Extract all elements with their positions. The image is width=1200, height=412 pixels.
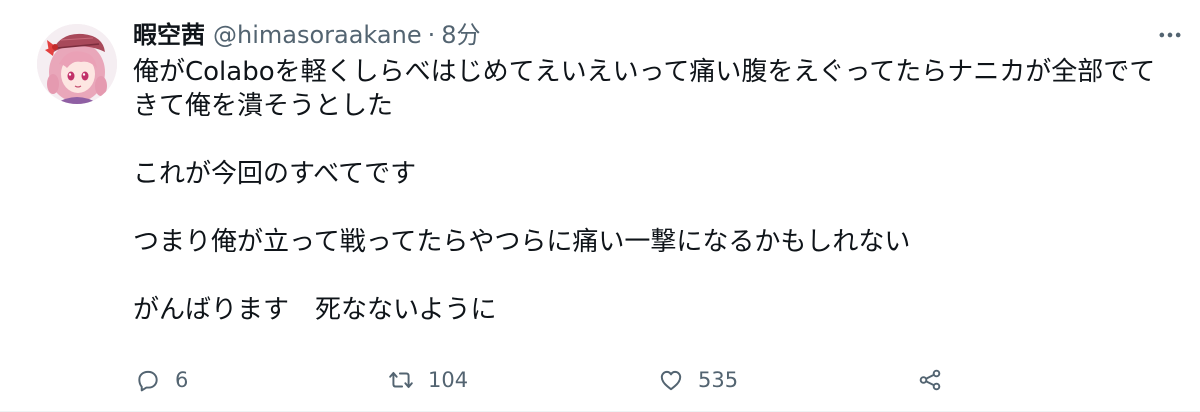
tweet-paragraph: がんばります 死なないように (133, 295, 497, 325)
like-count: 535 (698, 368, 739, 392)
author-display-name[interactable]: 暇空茜 (133, 18, 205, 52)
retweet-button[interactable]: 104 (386, 360, 468, 400)
reply-count: 6 (175, 368, 189, 392)
tweet-paragraph: つまり俺が立って戦ってたらやつらに痛い一撃になるかもしれない (133, 227, 911, 257)
like-button[interactable]: 535 (656, 360, 738, 400)
more-horizontal-icon (1159, 32, 1181, 38)
reply-button[interactable]: 6 (133, 360, 188, 400)
reply-icon (133, 365, 163, 395)
tweet-text: 俺がColaboを軽くしらべはじめてえいえいって痛い腹をえぐってたらナニカが全部… (133, 55, 1173, 327)
retweet-icon (386, 365, 416, 395)
tweet-actions: 6 104 535 (133, 360, 953, 400)
tweet-header: 暇空茜 @himasoraakane · 8分 (133, 18, 481, 52)
author-handle[interactable]: @himasoraakane (213, 18, 422, 52)
share-button[interactable] (915, 360, 957, 400)
separator-dot: · (427, 21, 436, 49)
anime-girl-avatar-icon (37, 24, 117, 104)
heart-icon (656, 365, 686, 395)
more-options-button[interactable] (1152, 18, 1188, 52)
retweet-count: 104 (428, 368, 469, 392)
tweet-timestamp[interactable]: 8分 (441, 18, 480, 52)
share-icon (915, 365, 945, 395)
tweet-paragraph: 俺がColaboを軽くしらべはじめてえいえいって痛い腹をえぐってたらナニカが全部… (133, 57, 1156, 121)
tweet-paragraph: これが今回のすべてです (133, 159, 417, 189)
tweet-card[interactable]: 暇空茜 @himasoraakane · 8分 俺がColaboを軽くしらべはじ… (0, 0, 1200, 412)
avatar[interactable] (37, 24, 117, 104)
